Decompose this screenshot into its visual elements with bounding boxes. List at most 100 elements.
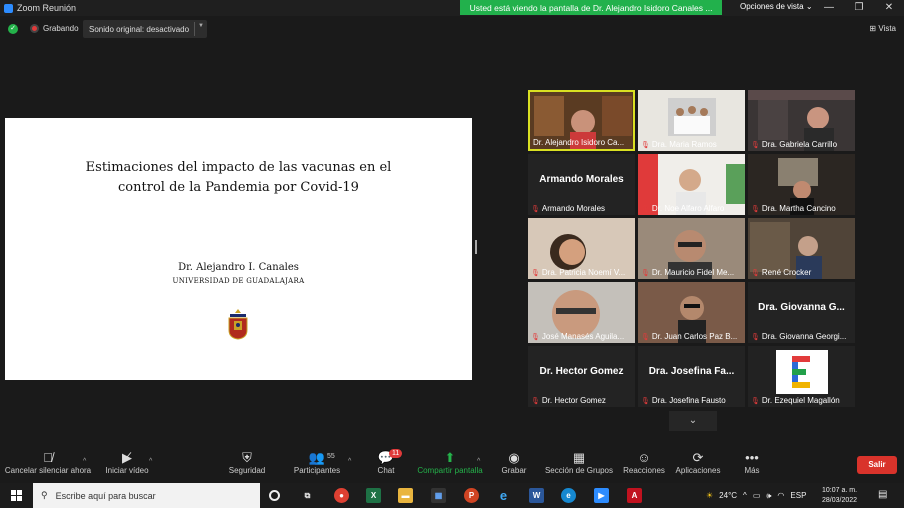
breakout-rooms-button[interactable]: ▦ Sección de Grupos <box>544 450 614 475</box>
recording-indicator[interactable]: Grabando <box>30 24 79 33</box>
original-sound-dropdown[interactable]: Sonido original: desactivado ▼ <box>83 20 207 38</box>
start-button[interactable] <box>0 483 32 508</box>
participant-tile[interactable]: 🎙 Dr. Noe Alfaro Alfaro <box>638 154 745 215</box>
ellipsis-icon: ••• <box>745 450 759 465</box>
notifications-icon[interactable]: ▤ <box>878 489 887 500</box>
windows-taskbar: ⚲ Escribe aquí para buscar ⧉ ● X ▬ ▦ P e… <box>0 483 904 508</box>
muted-microphone-icon: 🎙 <box>751 141 760 149</box>
temperature: 24°C <box>719 491 738 500</box>
tray-chevron-icon[interactable]: ^ <box>743 491 747 500</box>
participants-options-caret[interactable]: ^ <box>348 458 351 465</box>
muted-microphone-icon: 🎙 <box>641 141 650 149</box>
view-button[interactable]: ⊞ Vista <box>869 24 896 33</box>
participant-name-label: 🎙 Dra. Maria Ramos <box>641 140 743 149</box>
security-button[interactable]: ⛨ Seguridad <box>222 450 272 475</box>
more-button[interactable]: ••• Más <box>740 450 764 475</box>
participant-name: Armando Morales <box>541 204 606 213</box>
speaker-icon[interactable]: 🕪 <box>766 491 771 501</box>
record-dot-icon <box>30 24 39 33</box>
participant-tile[interactable]: Armando Morales 🎙 Armando Morales <box>528 154 635 215</box>
meeting-toolbar: 🎙̸ Cancelar silenciar ahora ^ ▶̸ Iniciar… <box>0 445 904 483</box>
record-icon: ◉ <box>508 450 520 465</box>
participant-tile[interactable]: 🎙 Dra. Gabriela Carrillo <box>748 90 855 151</box>
taskbar-search[interactable]: ⚲ Escribe aquí para buscar <box>33 483 260 508</box>
close-button[interactable]: ✕ <box>874 0 904 16</box>
muted-microphone-icon: 🎙 <box>531 397 540 405</box>
search-icon: ⚲ <box>41 490 48 500</box>
chrome-icon[interactable]: ● <box>334 488 349 503</box>
participant-name: Dr. Alejandro Isidoro Ca... <box>533 138 625 147</box>
system-tray: ☀ 24°C ^ ▭ 🕪 ◠ ESP <box>706 483 806 508</box>
muted-microphone-icon: 🎙 <box>531 205 540 213</box>
acrobat-icon[interactable]: A <box>627 488 642 503</box>
participant-tile[interactable]: 🎙 Dra. Patricia Noemí V... <box>528 218 635 279</box>
battery-icon[interactable]: ▭ <box>753 491 761 500</box>
participants-button[interactable]: 👥 Participantes <box>290 450 344 475</box>
mute-button[interactable]: 🎙̸ Cancelar silenciar ahora <box>4 450 92 475</box>
powerpoint-icon[interactable]: P <box>464 488 479 503</box>
participant-name: Dra. Giovanna Georgi... <box>761 332 847 341</box>
word-icon[interactable]: W <box>529 488 544 503</box>
participant-tile[interactable]: 🎙 Dr. Juan Carlos Paz B... <box>638 282 745 343</box>
restore-button[interactable]: ❐ <box>844 0 874 16</box>
breakout-grid-icon: ▦ <box>572 450 586 465</box>
muted-microphone-icon: 🎙 <box>751 269 760 277</box>
shield-icon: ⛨ <box>242 450 252 465</box>
leave-button[interactable]: Salir <box>857 456 897 474</box>
participant-name: Dr. Mauricio Fidel Me... <box>651 268 735 277</box>
windows-logo-icon <box>10 490 22 501</box>
view-options-button[interactable]: Opciones de vista ⌄ <box>740 2 813 11</box>
edge-icon[interactable]: e <box>561 488 576 503</box>
zoom-taskbar-icon[interactable]: ▶ <box>594 488 609 503</box>
participant-tile[interactable]: Dra. Giovanna G... 🎙 Dra. Giovanna Georgi.… <box>748 282 855 343</box>
participant-name: René Crocker <box>761 268 812 277</box>
show-more-button[interactable]: ⌄ <box>669 411 717 431</box>
participant-name-label: Dr. Alejandro Isidoro Ca... <box>533 138 631 147</box>
participant-tile[interactable]: 🎙 Dr. Ezequiel Magallón <box>748 346 855 407</box>
participant-tile[interactable]: Dra. Josefina Fa... 🎙 Dra. Josefina Fausto <box>638 346 745 407</box>
start-video-button[interactable]: ▶̸ Iniciar vídeo <box>100 450 154 475</box>
participant-name: José Manasés Aguila... <box>541 332 625 341</box>
file-explorer-icon[interactable]: ▬ <box>398 488 413 503</box>
participant-name: Dra. Gabriela Carrillo <box>761 140 838 149</box>
window-title: Zoom Reunión <box>17 3 77 13</box>
shared-screen: Estimaciones del impacto de las vacunas … <box>5 118 472 380</box>
participant-name-label: 🎙 Dr. Noe Alfaro Alfaro <box>641 204 743 213</box>
participant-tile[interactable]: 🎙 Dra. Maria Ramos <box>638 90 745 151</box>
record-button[interactable]: ◉ Grabar <box>498 450 530 475</box>
share-banner: Usted está viendo la pantalla de Dr. Ale… <box>460 0 722 15</box>
share-options-caret[interactable]: ^ <box>477 458 480 465</box>
original-sound-label: Sonido original: desactivado <box>89 24 190 34</box>
participant-name: Dra. Josefina Fausto <box>651 396 726 405</box>
muted-microphone-icon: 🎙 <box>531 333 540 341</box>
participant-tile[interactable]: 🎙 José Manasés Aguila... <box>528 282 635 343</box>
minimize-button[interactable]: — <box>814 0 844 16</box>
language-indicator[interactable]: ESP <box>790 491 806 500</box>
chat-unread-badge: 11 <box>389 449 403 458</box>
reactions-button[interactable]: ☺ Reacciones <box>622 450 666 475</box>
cortana-icon[interactable] <box>269 490 280 501</box>
participant-tile[interactable]: 🎙 Dra. Martha Cancino <box>748 154 855 215</box>
wifi-icon[interactable]: ◠ <box>777 491 784 500</box>
participant-tile[interactable]: 🎙 René Crocker <box>748 218 855 279</box>
muted-microphone-icon: 🎙 <box>751 397 760 405</box>
participant-tile[interactable]: Dr. Hector Gomez 🎙 Dr. Hector Gomez <box>528 346 635 407</box>
participant-tile[interactable]: Dr. Alejandro Isidoro Ca... <box>528 90 635 151</box>
video-options-caret[interactable]: ^ <box>149 458 152 465</box>
task-view-icon[interactable]: ⧉ <box>300 488 315 503</box>
video-off-icon: ▶̸ <box>122 450 132 465</box>
weather-icon: ☀ <box>706 491 714 500</box>
clock[interactable]: 10:07 a. m. 28/03/2022 <box>822 486 857 506</box>
zoom-logo-icon <box>4 3 13 13</box>
apps-button[interactable]: ⟳ Aplicaciones <box>674 450 722 475</box>
search-placeholder: Escribe aquí para buscar <box>55 490 156 501</box>
slide-title: Estimaciones del impacto de las vacunas … <box>85 160 392 195</box>
encryption-shield-icon[interactable]: ✓ <box>8 24 18 34</box>
store-icon[interactable]: ▦ <box>431 488 446 503</box>
excel-icon[interactable]: X <box>366 488 381 503</box>
internet-explorer-icon[interactable]: e <box>496 488 511 503</box>
resize-handle[interactable] <box>475 240 477 254</box>
participant-tile[interactable]: 🎙 Dr. Mauricio Fidel Me... <box>638 218 745 279</box>
participant-name-label: 🎙 Dr. Ezequiel Magallón <box>751 396 853 405</box>
mute-options-caret[interactable]: ^ <box>83 458 86 465</box>
